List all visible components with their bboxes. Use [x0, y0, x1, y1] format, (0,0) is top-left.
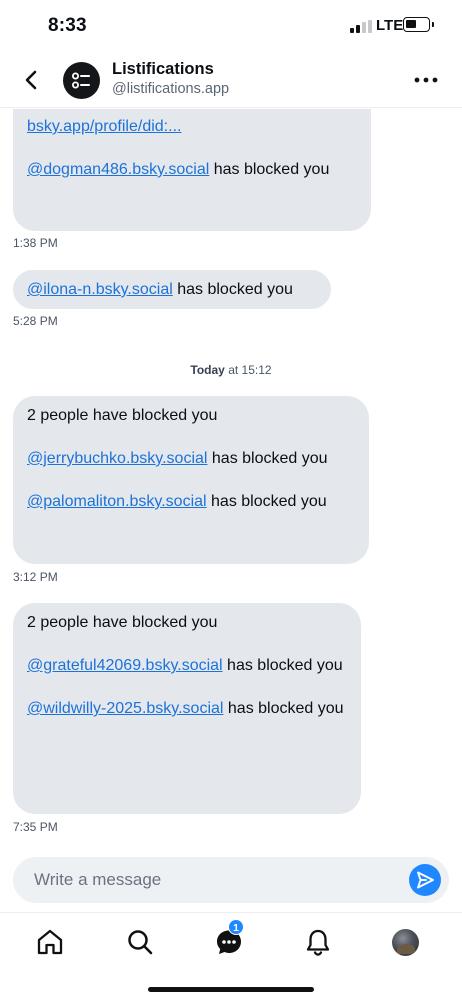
- message-timestamp: 1:38 PM: [13, 236, 58, 250]
- nav-search[interactable]: [125, 927, 155, 957]
- home-icon: [37, 929, 63, 955]
- message-text: has blocked you: [207, 450, 328, 467]
- message-bubble: 2 people have blocked you @grateful42069…: [13, 603, 361, 814]
- handle-link[interactable]: @dogman486.bsky.social: [27, 161, 209, 178]
- nav-notifications[interactable]: [303, 927, 333, 957]
- message-timestamp: 7:35 PM: [13, 820, 58, 834]
- date-separator-time: at 15:12: [224, 363, 272, 377]
- message-text: has blocked you: [222, 657, 343, 674]
- handle-link[interactable]: @grateful42069.bsky.social: [27, 657, 223, 674]
- home-indicator: [148, 987, 314, 992]
- more-options-button[interactable]: [412, 70, 440, 90]
- ellipsis-icon: [414, 77, 438, 83]
- message-input[interactable]: [13, 857, 403, 903]
- date-separator: Today at 15:12: [0, 363, 462, 377]
- send-button[interactable]: [409, 864, 441, 896]
- status-bar: 8:33 LTE: [0, 0, 462, 52]
- battery-icon: [403, 17, 434, 32]
- contact-name[interactable]: Listifications: [112, 60, 214, 79]
- send-icon: [417, 871, 434, 889]
- contact-handle: @listifications.app: [112, 81, 230, 97]
- network-type: LTE: [376, 17, 404, 34]
- conversation-header: Listifications @listifications.app: [0, 52, 462, 108]
- profile-link[interactable]: bsky.app/profile/did:...: [27, 118, 181, 135]
- unread-badge: 1: [228, 919, 244, 935]
- listifications-avatar[interactable]: [63, 62, 100, 99]
- message-timestamp: 5:28 PM: [13, 314, 58, 328]
- message-bubble: bsky.app/profile/did:... @dogman486.bsky…: [13, 109, 371, 231]
- message-timestamp: 3:12 PM: [13, 570, 58, 584]
- nav-chat[interactable]: 1: [214, 919, 244, 957]
- date-separator-day: Today: [190, 363, 225, 377]
- bell-icon: [306, 929, 330, 956]
- list-icon: [71, 72, 90, 89]
- chevron-left-icon: [25, 70, 37, 90]
- handle-link[interactable]: @wildwilly-2025.bsky.social: [27, 700, 223, 717]
- message-list[interactable]: bsky.app/profile/did:... @dogman486.bsky…: [0, 109, 462, 849]
- nav-home[interactable]: [35, 927, 65, 957]
- message-bubble: @ilona-n.bsky.social has blocked you: [13, 270, 331, 309]
- handle-link[interactable]: @palomaliton.bsky.social: [27, 493, 207, 510]
- cellular-signal-icon: [350, 20, 372, 33]
- message-bubble: 2 people have blocked you @jerrybuchko.b…: [13, 396, 369, 564]
- message-text: 2 people have blocked you: [27, 407, 218, 424]
- message-text: has blocked you: [223, 700, 344, 717]
- message-text: has blocked you: [209, 161, 330, 178]
- status-time: 8:33: [48, 15, 87, 36]
- message-text: has blocked you: [172, 281, 293, 298]
- handle-link[interactable]: @ilona-n.bsky.social: [27, 281, 173, 298]
- handle-link[interactable]: @jerrybuchko.bsky.social: [27, 450, 207, 467]
- search-icon: [128, 930, 153, 955]
- back-button[interactable]: [20, 66, 44, 94]
- message-composer: [13, 857, 449, 903]
- message-text: has blocked you: [206, 493, 327, 510]
- bottom-navigation: 1: [0, 912, 462, 1000]
- nav-profile-avatar[interactable]: [392, 929, 419, 956]
- message-text: 2 people have blocked you: [27, 614, 218, 631]
